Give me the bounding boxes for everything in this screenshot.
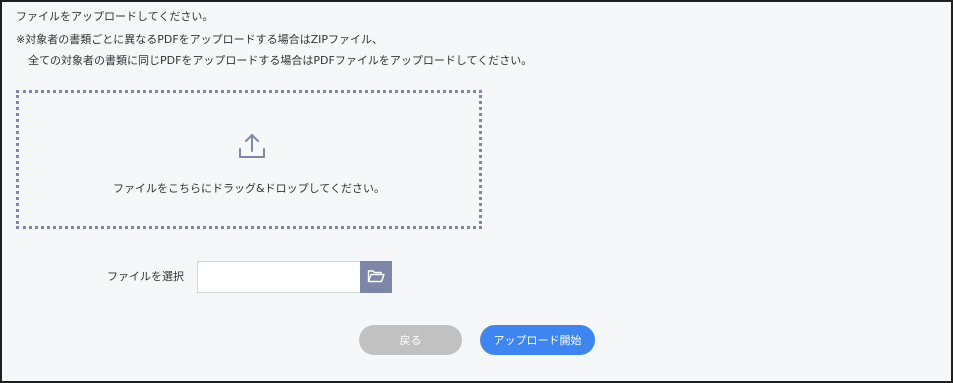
upload-icon (237, 131, 267, 161)
folder-open-icon (367, 268, 385, 287)
start-upload-button[interactable]: アップロード開始 (480, 325, 595, 355)
instruction-line-1: ファイルをアップロードしてください。 (16, 10, 214, 23)
instruction-line-2: ※対象者の書類ごとに異なるPDFをアップロードする場合はZIPファイル、 (16, 33, 384, 46)
dropzone-text: ファイルをこちらにドラッグ&ドロップしてください。 (113, 182, 385, 195)
browse-folder-button[interactable] (360, 261, 392, 293)
back-button[interactable]: 戻る (359, 325, 462, 355)
file-select-label: ファイルを選択 (107, 270, 184, 283)
instruction-line-3: 全ての対象者の書類に同じPDFをアップロードする場合はPDFファイルをアップロー… (28, 54, 533, 67)
file-path-input[interactable] (197, 261, 361, 293)
upload-panel: ファイルをアップロードしてください。 ※対象者の書類ごとに異なるPDFをアップロ… (0, 0, 953, 383)
file-dropzone[interactable]: ファイルをこちらにドラッグ&ドロップしてください。 (16, 90, 482, 229)
